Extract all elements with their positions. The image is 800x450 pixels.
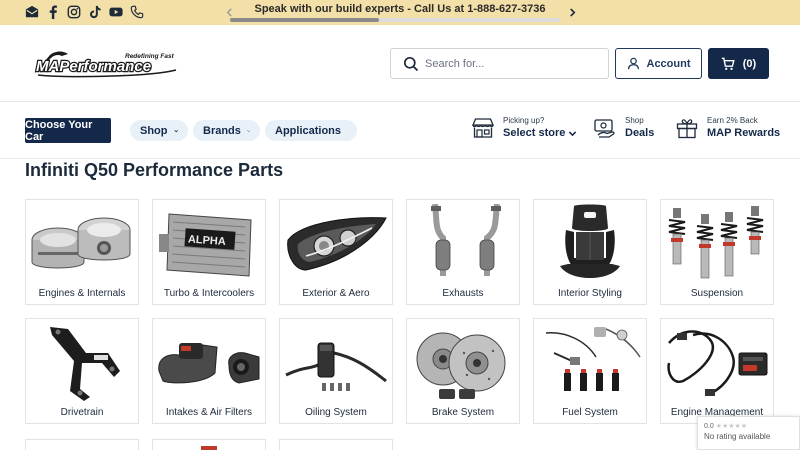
- account-button[interactable]: Account: [615, 48, 702, 79]
- category-label: Exhausts: [442, 288, 484, 299]
- user-icon: [627, 57, 639, 70]
- racing-seat-image: [560, 204, 620, 278]
- storefront-icon: [472, 118, 494, 138]
- fuel-injectors-image: [545, 327, 641, 391]
- category-label: Brake System: [431, 407, 495, 418]
- category-card-drivetrain[interactable]: Drivetrain: [25, 318, 139, 424]
- instagram-icon[interactable]: [66, 4, 82, 20]
- cart-button[interactable]: (0): [708, 48, 769, 79]
- category-label: Intakes & Air Filters: [165, 407, 253, 418]
- youtube-icon[interactable]: [108, 4, 124, 20]
- category-label: Drivetrain: [60, 407, 104, 418]
- category-card-engine-management[interactable]: Engine Management: [660, 318, 774, 424]
- search-icon[interactable]: [403, 56, 419, 72]
- category-card-partial[interactable]: [152, 439, 266, 450]
- rating-text: No rating available: [704, 432, 771, 441]
- main-nav: Choose Your Car Shop Brands Applications…: [0, 102, 800, 159]
- phone-icon[interactable]: [129, 4, 145, 20]
- cart-icon: [721, 57, 735, 70]
- account-label: Account: [646, 57, 691, 70]
- rewards-small-text: Earn 2% Back: [707, 116, 758, 125]
- choose-your-car-button[interactable]: Choose Your Car: [25, 118, 111, 143]
- map-rewards-link[interactable]: Earn 2% Back MAP Rewards: [675, 116, 780, 140]
- category-card-engines[interactable]: Engines & Internals: [25, 199, 139, 305]
- search-input[interactable]: [425, 49, 605, 78]
- category-card-intakes[interactable]: Intakes & Air Filters: [152, 318, 266, 424]
- site-logo[interactable]: Redefining Fast MAPerformance: [30, 47, 180, 79]
- rating-stars-icon: ★★★★★: [715, 423, 748, 430]
- category-label: Engines & Internals: [38, 288, 126, 299]
- deals-small-text: Shop: [625, 116, 644, 125]
- deals-big-text: Deals: [625, 127, 655, 139]
- category-label: Turbo & Intercoolers: [163, 288, 255, 299]
- partial-product-image: [201, 446, 217, 450]
- deals-money-icon: [594, 119, 615, 138]
- pistons-image: [31, 217, 131, 269]
- facebook-icon[interactable]: [45, 4, 61, 20]
- category-card-partial[interactable]: [279, 439, 393, 450]
- oil-catch-can-image: [285, 342, 387, 391]
- store-small-text: Picking up?: [503, 116, 545, 125]
- nav-brands-label: Brands: [203, 124, 241, 137]
- category-label: Oiling System: [305, 407, 367, 418]
- category-label: Interior Styling: [558, 288, 622, 299]
- nav-applications-label: Applications: [275, 124, 342, 137]
- category-card-brakes[interactable]: Brake System: [406, 318, 520, 424]
- intercooler-image: ALPHA: [159, 213, 252, 277]
- nav-shop-label: Shop: [140, 124, 168, 137]
- nav-shop-menu[interactable]: Shop: [130, 120, 188, 141]
- category-card-turbo[interactable]: ALPHA Turbo & Intercoolers: [152, 199, 266, 305]
- nav-applications-menu[interactable]: Applications: [265, 120, 357, 141]
- rewards-big-text: MAP Rewards: [707, 127, 781, 139]
- email-icon[interactable]: [24, 4, 40, 20]
- category-card-suspension[interactable]: Suspension: [660, 199, 774, 305]
- store-big-text: Select store: [503, 127, 566, 139]
- category-card-exhausts[interactable]: Exhausts: [406, 199, 520, 305]
- announcement-bar: Speak with our build experts - Call Us a…: [0, 0, 800, 25]
- social-links: [24, 4, 145, 20]
- category-label: Fuel System: [562, 407, 618, 418]
- headlight-image: [287, 217, 387, 271]
- category-label: Suspension: [690, 288, 744, 299]
- category-card-fuel[interactable]: Fuel System: [533, 318, 647, 424]
- chevron-down-icon: [247, 129, 250, 132]
- brake-rotors-image: [416, 332, 506, 399]
- logo-text: MAPerformance: [36, 58, 151, 75]
- rating-widget[interactable]: 0.0 ★★★★★ No rating available: [697, 416, 800, 450]
- category-card-interior[interactable]: Interior Styling: [533, 199, 647, 305]
- chevron-down-icon: [569, 130, 577, 136]
- announcement-text: Speak with our build experts - Call Us a…: [254, 3, 546, 15]
- announcement-scrollbar[interactable]: [230, 18, 560, 22]
- rating-score: 0.0: [704, 422, 714, 430]
- announcement-scrollbar-thumb[interactable]: [230, 18, 379, 22]
- nav-brands-menu[interactable]: Brands: [193, 120, 260, 141]
- category-card-oiling[interactable]: Oiling System: [279, 318, 393, 424]
- category-card-partial[interactable]: [25, 439, 139, 450]
- category-label: Exterior & Aero: [302, 288, 370, 299]
- category-card-exterior[interactable]: Exterior & Aero: [279, 199, 393, 305]
- shop-deals-link[interactable]: Shop Deals: [593, 116, 654, 140]
- announcement-next-arrow-icon[interactable]: [565, 4, 579, 20]
- intake-box-image: [158, 343, 260, 384]
- cart-count: (0): [742, 57, 757, 70]
- site-header: Redefining Fast MAPerformance Account (0…: [0, 25, 800, 102]
- page-title: Infiniti Q50 Performance Parts: [25, 160, 284, 180]
- gift-icon: [676, 119, 698, 139]
- drivetrain-bracket-image: [50, 327, 120, 401]
- search-box[interactable]: [390, 48, 609, 79]
- coilovers-image: [668, 206, 764, 279]
- chevron-down-icon: [173, 129, 178, 132]
- exhaust-pipes-image: [431, 204, 501, 276]
- select-store-link[interactable]: Picking up? Select store: [471, 116, 577, 140]
- wiring-harness-image: [667, 330, 768, 397]
- tiktok-icon[interactable]: [87, 4, 103, 20]
